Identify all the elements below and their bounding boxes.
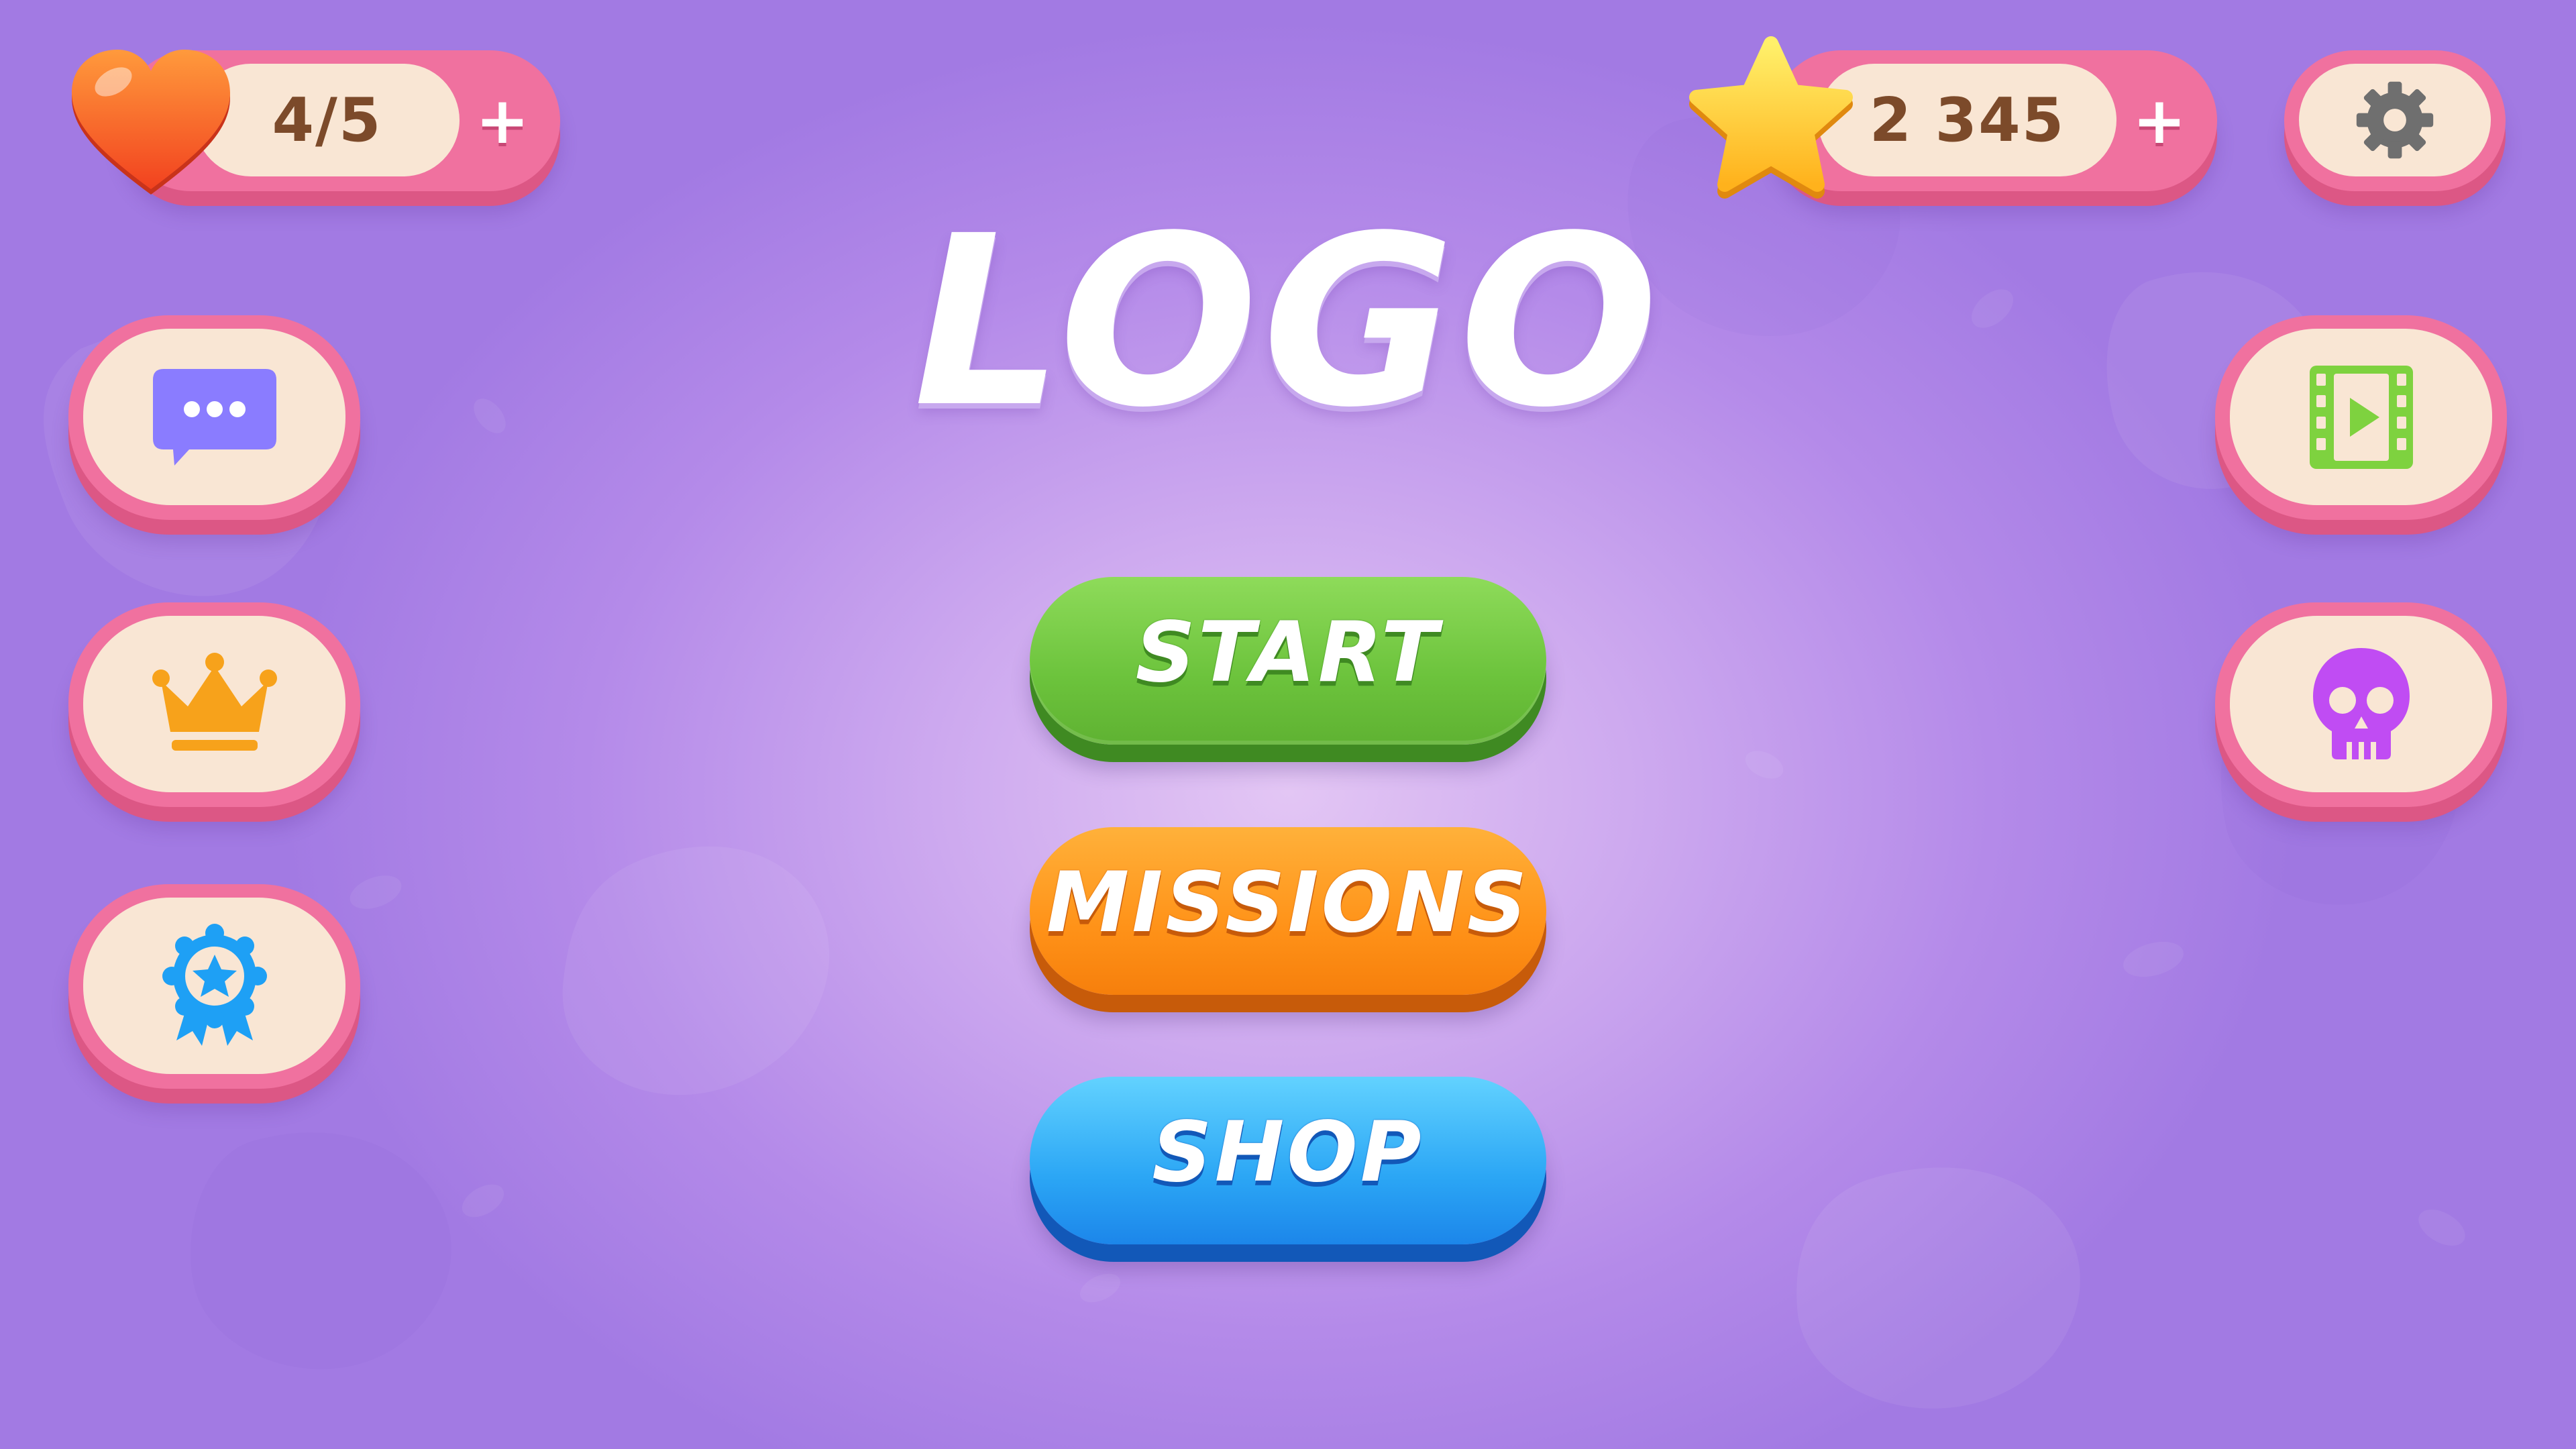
challenge-button[interactable] [2215, 602, 2507, 807]
heart-icon [72, 50, 230, 195]
start-button-label: START [1135, 604, 1441, 701]
chat-bubble-icon [152, 368, 276, 466]
game-logo: LOGO [913, 185, 1663, 459]
lives-value: 4/5 [272, 85, 382, 156]
add-stars-button[interactable]: + [2116, 50, 2202, 191]
settings-button-face [2299, 64, 2491, 176]
skull-icon [2312, 647, 2410, 759]
leaderboard-button-face [83, 616, 345, 792]
plus-icon: + [2132, 83, 2187, 158]
video-button[interactable] [2215, 315, 2507, 520]
missions-button-label: MISSIONS [1046, 855, 1530, 951]
chat-button-face [83, 329, 345, 505]
settings-button[interactable] [2284, 50, 2506, 191]
video-film-icon [2309, 365, 2413, 469]
star-icon [1689, 36, 1853, 199]
stars-value: 2 345 [1869, 85, 2065, 156]
shop-button[interactable]: SHOP [1030, 1077, 1546, 1244]
crown-icon [152, 652, 277, 751]
gear-icon [2356, 81, 2434, 159]
challenge-button-face [2230, 616, 2492, 792]
chat-button[interactable] [68, 315, 360, 520]
award-badge-icon [162, 923, 267, 1046]
video-button-face [2230, 329, 2492, 505]
achievements-button[interactable] [68, 884, 360, 1089]
missions-button[interactable]: MISSIONS [1030, 827, 1546, 995]
plus-icon: + [475, 83, 530, 158]
achievements-button-face [83, 898, 345, 1074]
shop-button-label: SHOP [1152, 1104, 1424, 1201]
start-button[interactable]: START [1030, 577, 1546, 745]
stars-value-box: 2 345 [1818, 64, 2116, 176]
add-lives-button[interactable]: + [460, 50, 545, 191]
leaderboard-button[interactable] [68, 602, 360, 807]
